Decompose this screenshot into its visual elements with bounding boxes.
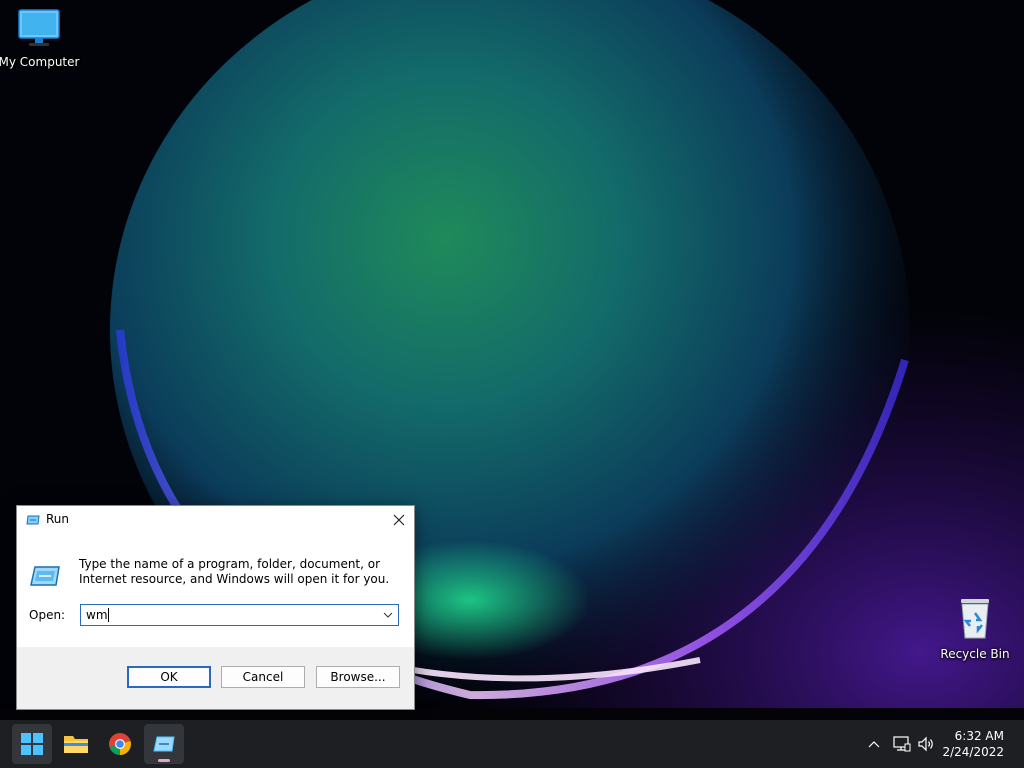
recycle-bin-icon xyxy=(961,599,989,639)
computer-monitor-icon xyxy=(18,9,60,46)
open-input[interactable] xyxy=(81,605,371,625)
open-dropdown-button[interactable] xyxy=(378,605,398,625)
clock-date: 2/24/2022 xyxy=(942,745,1004,759)
desktop-icon-recycle-bin[interactable]: Recycle Bin xyxy=(930,596,1020,661)
network-button[interactable] xyxy=(892,734,912,754)
desktop-icon-label: Recycle Bin xyxy=(940,647,1010,661)
run-description: Type the name of a program, folder, docu… xyxy=(79,557,390,586)
chrome-icon xyxy=(109,733,131,755)
open-label: Open: xyxy=(29,608,66,622)
active-app-indicator xyxy=(158,759,170,762)
start-button[interactable] xyxy=(12,724,52,764)
desktop-icon-my-computer[interactable]: My Computer xyxy=(0,8,84,69)
desktop-icon-label: My Computer xyxy=(0,55,80,69)
browse-button[interactable]: Browse... xyxy=(316,666,400,688)
run-titlebar[interactable]: Run xyxy=(17,506,414,534)
file-explorer-button[interactable] xyxy=(56,724,96,764)
volume-button[interactable] xyxy=(916,734,936,754)
volume-icon xyxy=(918,736,933,752)
chrome-button[interactable] xyxy=(100,724,140,764)
taskbar: 6:32 AM 2/24/2022 xyxy=(0,720,1024,768)
run-program-icon xyxy=(30,566,60,586)
show-hidden-icons-button[interactable] xyxy=(864,734,884,754)
close-icon xyxy=(393,514,405,526)
cancel-button[interactable]: Cancel xyxy=(221,666,305,688)
chevron-up-icon xyxy=(868,741,880,748)
run-title: Run xyxy=(46,512,70,526)
ok-button[interactable]: OK xyxy=(127,666,211,688)
text-caret xyxy=(108,608,109,622)
run-dialog: Run Type the name of a program, folder, … xyxy=(16,505,415,710)
run-icon xyxy=(26,515,40,525)
clock-time: 6:32 AM xyxy=(954,729,1004,743)
open-combobox[interactable] xyxy=(80,604,399,626)
network-icon xyxy=(893,736,911,752)
clock[interactable]: 6:32 AM 2/24/2022 xyxy=(942,728,1004,760)
run-icon xyxy=(153,736,175,752)
run-taskbar-button[interactable] xyxy=(144,724,184,764)
file-explorer-icon xyxy=(64,736,88,753)
close-button[interactable] xyxy=(384,506,414,534)
chevron-down-icon xyxy=(383,612,393,618)
start-icon xyxy=(21,733,43,755)
